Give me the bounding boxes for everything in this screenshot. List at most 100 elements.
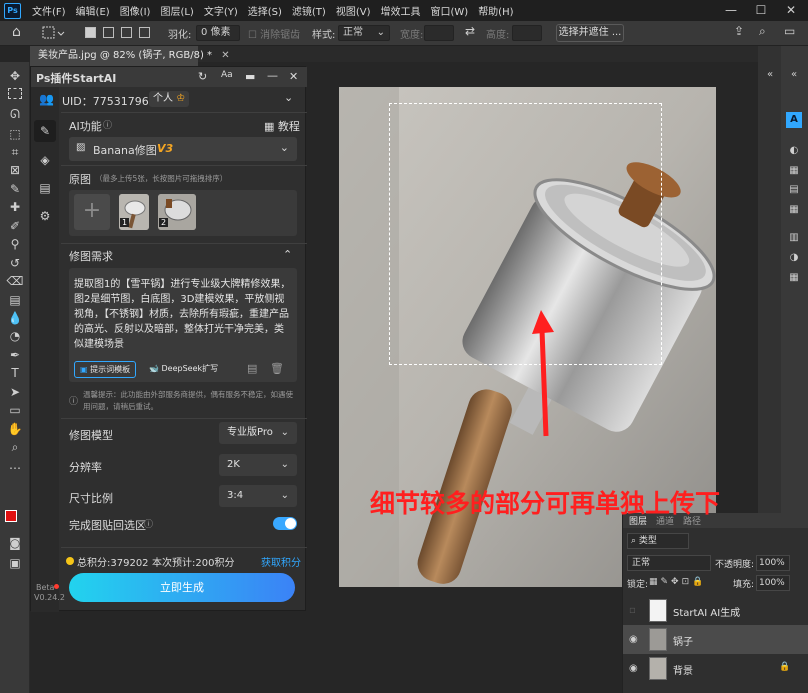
quick-mask-icon[interactable]: ◙	[6, 535, 24, 551]
dodge-tool-icon[interactable]: ◔	[6, 328, 24, 344]
document-icon[interactable]: ▤	[38, 181, 52, 195]
menu-type[interactable]: 文字(Y)	[199, 3, 243, 18]
clone-stamp-icon[interactable]: ⚲	[6, 236, 24, 252]
close-tab-icon[interactable]: ✕	[221, 50, 229, 61]
menu-filter[interactable]: 滤镜(T)	[287, 3, 331, 18]
crop-tool-icon[interactable]: ⌗	[6, 144, 24, 160]
add-image-button[interactable]: +	[74, 194, 110, 230]
eye-icon[interactable]: ◉	[629, 634, 638, 645]
close-window-button[interactable]: ✕	[776, 0, 806, 21]
width-input[interactable]	[424, 25, 454, 41]
ratio-select[interactable]: 3:4 ⌄	[219, 485, 297, 507]
menu-file[interactable]: 文件(F)	[27, 3, 71, 18]
select-and-mask-button[interactable]: 选择并遮住 ...	[556, 24, 624, 42]
source-thumb-1[interactable]: 1	[119, 194, 149, 230]
menu-image[interactable]: 图像(I)	[115, 3, 156, 18]
menu-edit[interactable]: 编辑(E)	[71, 3, 115, 18]
save-prompt-icon[interactable]: ▤	[247, 362, 257, 375]
adjustments-panel-icon[interactable]: ◑	[787, 251, 801, 264]
height-input[interactable]	[512, 25, 542, 41]
menu-view[interactable]: 视图(V)	[331, 3, 376, 18]
startai-plugin-icon[interactable]: A	[786, 112, 802, 128]
add-selection-icon[interactable]	[103, 27, 114, 38]
function-select[interactable]: ▨ Banana修图 V3 ⌄	[69, 137, 297, 161]
intersect-selection-icon[interactable]	[139, 27, 150, 38]
style-select[interactable]: 正常 ⌄	[338, 25, 390, 41]
foreground-color-swatch[interactable]	[5, 510, 17, 522]
deepseek-expand-button[interactable]: 🐋 DeepSeek扩写	[149, 363, 218, 374]
feather-input[interactable]: 0 像素	[196, 25, 240, 41]
home-icon[interactable]: ⌂	[12, 24, 21, 40]
frame-tool-icon[interactable]: ⊠	[6, 162, 24, 178]
color-panel-icon[interactable]: ◐	[787, 144, 801, 157]
menu-window[interactable]: 窗口(W)	[425, 3, 473, 18]
trash-icon[interactable]: 🗑	[270, 362, 284, 375]
user-dropdown-chevron-icon[interactable]: ⌄	[284, 91, 293, 104]
menu-plugins[interactable]: 增效工具	[375, 3, 425, 18]
tutorial-link[interactable]: ▦ 教程	[264, 118, 300, 134]
generate-button[interactable]: 立即生成	[69, 573, 295, 602]
eyedropper-tool-icon[interactable]: ✎	[6, 181, 24, 197]
minimize-panel-icon[interactable]: —	[267, 69, 278, 82]
rectangle-tool-icon[interactable]: ▭	[6, 402, 24, 418]
maximize-button[interactable]: ☐	[746, 0, 776, 21]
blur-tool-icon[interactable]: 💧	[6, 310, 24, 326]
history-brush-icon[interactable]: ↺	[6, 255, 24, 271]
lock-icons[interactable]: ▦✎✥⊡🔒	[649, 577, 706, 587]
paste-back-info-icon[interactable]: ⓘ	[144, 517, 153, 530]
opacity-input[interactable]: 100%	[756, 555, 790, 571]
marquee-tool-icon[interactable]	[8, 88, 22, 99]
eraser-tool-icon[interactable]: ⌫	[6, 273, 24, 289]
gradient-tool-icon[interactable]: ▤	[6, 292, 24, 308]
resolution-select[interactable]: 2K ⌄	[219, 454, 297, 476]
swatches-panel-icon[interactable]: ▦	[787, 164, 801, 177]
collapse-dock-icon[interactable]: «	[763, 68, 777, 81]
info-icon[interactable]: ⓘ	[103, 118, 112, 131]
source-thumb-2[interactable]: 2	[158, 194, 196, 230]
close-panel-icon[interactable]: ✕	[289, 70, 298, 83]
subtract-selection-icon[interactable]	[121, 27, 132, 38]
marquee-preset-icon[interactable]	[42, 25, 66, 44]
screen-mode-icon[interactable]: ▣	[6, 555, 24, 571]
font-size-icon[interactable]: Aa	[221, 70, 233, 80]
prompt-textarea[interactable]: 提取图1的【雪平锅】进行专业级大牌精修效果，图2是细节图，白底图，3D建模效果，…	[69, 268, 297, 382]
layers-stack-icon[interactable]: ◈	[38, 153, 52, 167]
settings-gear-icon[interactable]: ⚙	[38, 209, 52, 223]
paste-back-toggle[interactable]	[273, 517, 297, 530]
share-icon[interactable]: ⇪	[734, 24, 744, 38]
blend-mode-select[interactable]: 正常	[627, 555, 711, 571]
prompt-template-button[interactable]: ▣ 提示词模板	[74, 361, 137, 378]
pen-tool-icon[interactable]: ✒	[6, 347, 24, 363]
layer-row[interactable]: ▫ StartAI AI生成	[623, 596, 808, 625]
move-tool-icon[interactable]: ✥	[6, 68, 24, 84]
swap-dimensions-icon[interactable]: ⇄	[465, 24, 475, 38]
visibility-off-icon[interactable]: ▫	[629, 605, 636, 616]
menu-help[interactable]: 帮助(H)	[473, 3, 518, 18]
gradients-panel-icon[interactable]: ▤	[787, 183, 801, 196]
search-icon[interactable]: ⌕	[759, 24, 766, 39]
expand-panels-icon[interactable]: «	[787, 68, 801, 81]
object-select-icon[interactable]: ⬚	[6, 126, 24, 142]
document-tab[interactable]: 美妆产品.jpg @ 82% (锅子, RGB/8) * ✕	[30, 46, 230, 66]
patterns-panel-icon[interactable]: ▦	[787, 203, 801, 216]
type-tool-icon[interactable]: T	[6, 365, 24, 381]
lasso-tool-icon[interactable]: ᘏ	[6, 106, 24, 122]
libraries-panel-icon[interactable]: ▥	[787, 231, 801, 244]
menu-layer[interactable]: 图层(L)	[155, 3, 198, 18]
eye-icon[interactable]: ◉	[629, 663, 638, 674]
path-select-icon[interactable]: ➤	[6, 384, 24, 400]
zoom-tool-icon[interactable]: ⌕	[6, 439, 24, 455]
hand-tool-icon[interactable]: ✋	[6, 421, 24, 437]
healing-brush-icon[interactable]: ✚	[6, 199, 24, 215]
antialias-checkbox[interactable]: ☐ 消除锯齿	[248, 26, 300, 41]
layer-filter-select[interactable]: ⌕ 类型	[627, 533, 689, 549]
properties-panel-icon[interactable]: ▦	[787, 271, 801, 284]
edit-icon[interactable]: ✎	[38, 124, 52, 138]
menu-select[interactable]: 选择(S)	[243, 3, 287, 18]
model-select[interactable]: 专业版Pro ⌄	[219, 422, 297, 444]
layer-row[interactable]: ◉ 背景 🔒	[623, 654, 808, 683]
more-tools-icon[interactable]: ⋯	[6, 460, 24, 476]
refresh-icon[interactable]: ↻	[198, 70, 207, 83]
collapse-chevron-icon[interactable]: ⌃	[283, 248, 292, 261]
layer-row-selected[interactable]: ◉ 锅子	[623, 625, 808, 654]
